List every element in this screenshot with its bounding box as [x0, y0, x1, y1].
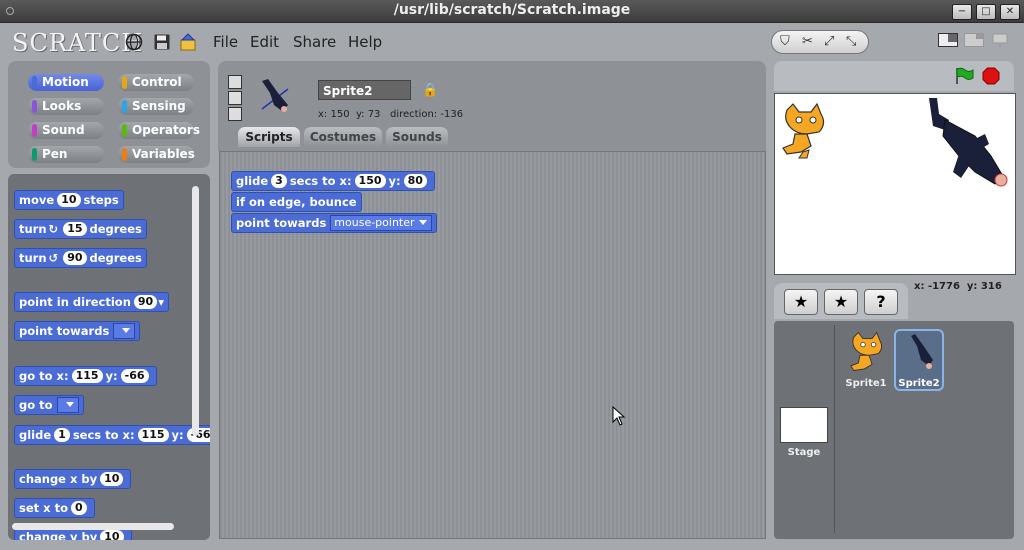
sprite-name-field[interactable]: Sprite2 [318, 80, 411, 100]
tab-scripts[interactable]: Scripts [238, 127, 300, 147]
menu-file[interactable]: File [213, 33, 238, 51]
grow-icon[interactable]: ⤢ [824, 34, 834, 49]
rotate-clockwise-icon: ↻ [48, 222, 59, 236]
block-move-steps[interactable]: move 10 steps [14, 190, 124, 210]
scratch-logo: SCRATCH [12, 29, 144, 57]
no-rotate-icon[interactable] [228, 107, 242, 121]
script-bounce-block[interactable]: if on edge, bounce [231, 192, 362, 212]
block-turn-clockwise[interactable]: turn ↻ 15 degrees [14, 219, 147, 239]
rotate-free-icon[interactable] [228, 75, 242, 89]
normal-stage-layout-icon[interactable] [938, 33, 958, 47]
menu-help[interactable]: Help [348, 33, 382, 51]
window-titlebar: /usr/lib/scratch/Scratch.image − □ ✕ [0, 0, 1024, 23]
category-selector: Motion Looks Sound Pen Control Sensing O… [8, 61, 210, 168]
blocks-palette: move 10 steps turn ↻ 15 degrees turn ↺ 90 degree… [8, 174, 210, 540]
block-point-in-direction[interactable]: point in direction 90 ▾ [14, 292, 169, 312]
random-surprise-sprite-icon[interactable]: ? [864, 289, 898, 315]
sprite2-person-on-stage[interactable] [915, 96, 1011, 188]
sprite1-cat-on-stage[interactable] [777, 102, 829, 160]
sprite-tools-toolbar: ⛉ ✂ ⤢ ⤡ [771, 30, 869, 54]
small-stage-layout-icon[interactable] [964, 33, 984, 47]
category-variables[interactable]: Variables [118, 146, 195, 163]
mouse-cursor-icon [612, 406, 626, 426]
category-sound[interactable]: Sound [28, 122, 104, 139]
scripts-area[interactable]: glide 3 secs to x: 150 y: 80 if on edge, boun… [219, 151, 766, 539]
scratch-app: SCRATCH File Edit Share Help ⛉ ✂ ⤢ ⤡ Mot… [0, 23, 1024, 550]
category-sensing[interactable]: Sensing [118, 98, 194, 115]
category-operators[interactable]: Operators [118, 122, 200, 139]
presentation-mode-icon[interactable] [990, 33, 1010, 47]
tab-costumes[interactable]: Costumes [304, 127, 382, 147]
block-change-x[interactable]: change x by 10 [14, 469, 132, 489]
paint-new-sprite-icon[interactable]: ★ [784, 289, 818, 315]
rotate-left-right-icon[interactable] [228, 91, 242, 105]
script-glide-block[interactable]: glide 3 secs to x: 150 y: 80 [231, 171, 435, 191]
green-flag-icon[interactable] [954, 67, 974, 85]
delete-scissors-icon[interactable]: ✂ [802, 34, 813, 49]
block-go-to[interactable]: go to [14, 395, 84, 415]
category-control[interactable]: Control [118, 74, 194, 91]
go-to-dropdown [56, 397, 79, 413]
language-globe-icon[interactable] [125, 33, 143, 51]
block-point-towards[interactable]: point towards [14, 321, 141, 341]
sprite-position-readout: x: 150 y: 73 direction: -136 [318, 109, 464, 120]
sprite2-label: Sprite2 [898, 378, 940, 389]
save-icon[interactable] [153, 33, 171, 51]
stage-header [774, 61, 1014, 91]
category-motion[interactable]: Motion [28, 74, 104, 91]
script-point-towards-block[interactable]: point towards mouse-pointer [231, 213, 437, 233]
category-pen[interactable]: Pen [28, 146, 104, 163]
block-turn-counterclockwise[interactable]: turn ↺ 90 degrees [14, 248, 147, 268]
maximize-button[interactable]: □ [976, 4, 996, 20]
point-towards-dropdown [113, 323, 136, 339]
sprite2-thumbnail [911, 334, 933, 369]
sprite1-label: Sprite1 [845, 378, 887, 389]
block-glide[interactable]: glide 1 secs to x: 115 y: -66 [14, 425, 210, 445]
duplicate-stamp-icon[interactable]: ⛉ [780, 34, 790, 49]
stage-label: Stage [787, 447, 821, 458]
sprite1-thumbnail [850, 331, 883, 371]
sprite-thumbnail [261, 79, 289, 112]
shrink-icon[interactable]: ⤡ [846, 34, 856, 49]
palette-horizontal-scrollbar[interactable] [12, 523, 174, 530]
block-set-x[interactable]: set x to 0 [14, 498, 95, 518]
menu-share[interactable]: Share [293, 33, 336, 51]
close-button[interactable]: ✕ [1000, 4, 1020, 20]
palette-vertical-scrollbar[interactable] [192, 186, 199, 436]
minimize-button[interactable]: − [952, 4, 972, 20]
sprite-list-item-sprite2[interactable]: Sprite2 [894, 329, 944, 391]
new-sprite-toolbar: ★ ★ ? [774, 283, 908, 319]
sprite-info-panel: Sprite2 🔒 x: 150 y: 73 direction: -136 [218, 61, 766, 151]
point-towards-target-dropdown[interactable]: mouse-pointer [330, 215, 432, 231]
stop-sign-icon[interactable] [982, 67, 1000, 85]
stage-canvas[interactable] [774, 93, 1016, 275]
menu-edit[interactable]: Edit [250, 33, 279, 51]
sprite-list-divider [834, 325, 835, 533]
stage-thumbnail[interactable] [780, 407, 828, 443]
category-looks[interactable]: Looks [28, 98, 104, 115]
rotate-counterclockwise-icon: ↺ [48, 251, 59, 265]
block-go-to-xy[interactable]: go to x: 115 y: -66 [14, 366, 157, 386]
mouse-coordinates-readout: x: -1776 y: 316 [914, 281, 1002, 292]
choose-sprite-from-file-icon[interactable]: ★ [824, 289, 858, 315]
sprite-list-panel: Sprite1 Sprite2 Stage [774, 321, 1014, 539]
window-title: /usr/lib/scratch/Scratch.image [393, 2, 631, 18]
share-project-icon[interactable] [179, 33, 197, 51]
sprite-list-item-sprite1[interactable]: Sprite1 [844, 331, 888, 389]
tab-sounds[interactable]: Sounds [386, 127, 448, 147]
lock-icon[interactable]: 🔒 [422, 83, 438, 98]
